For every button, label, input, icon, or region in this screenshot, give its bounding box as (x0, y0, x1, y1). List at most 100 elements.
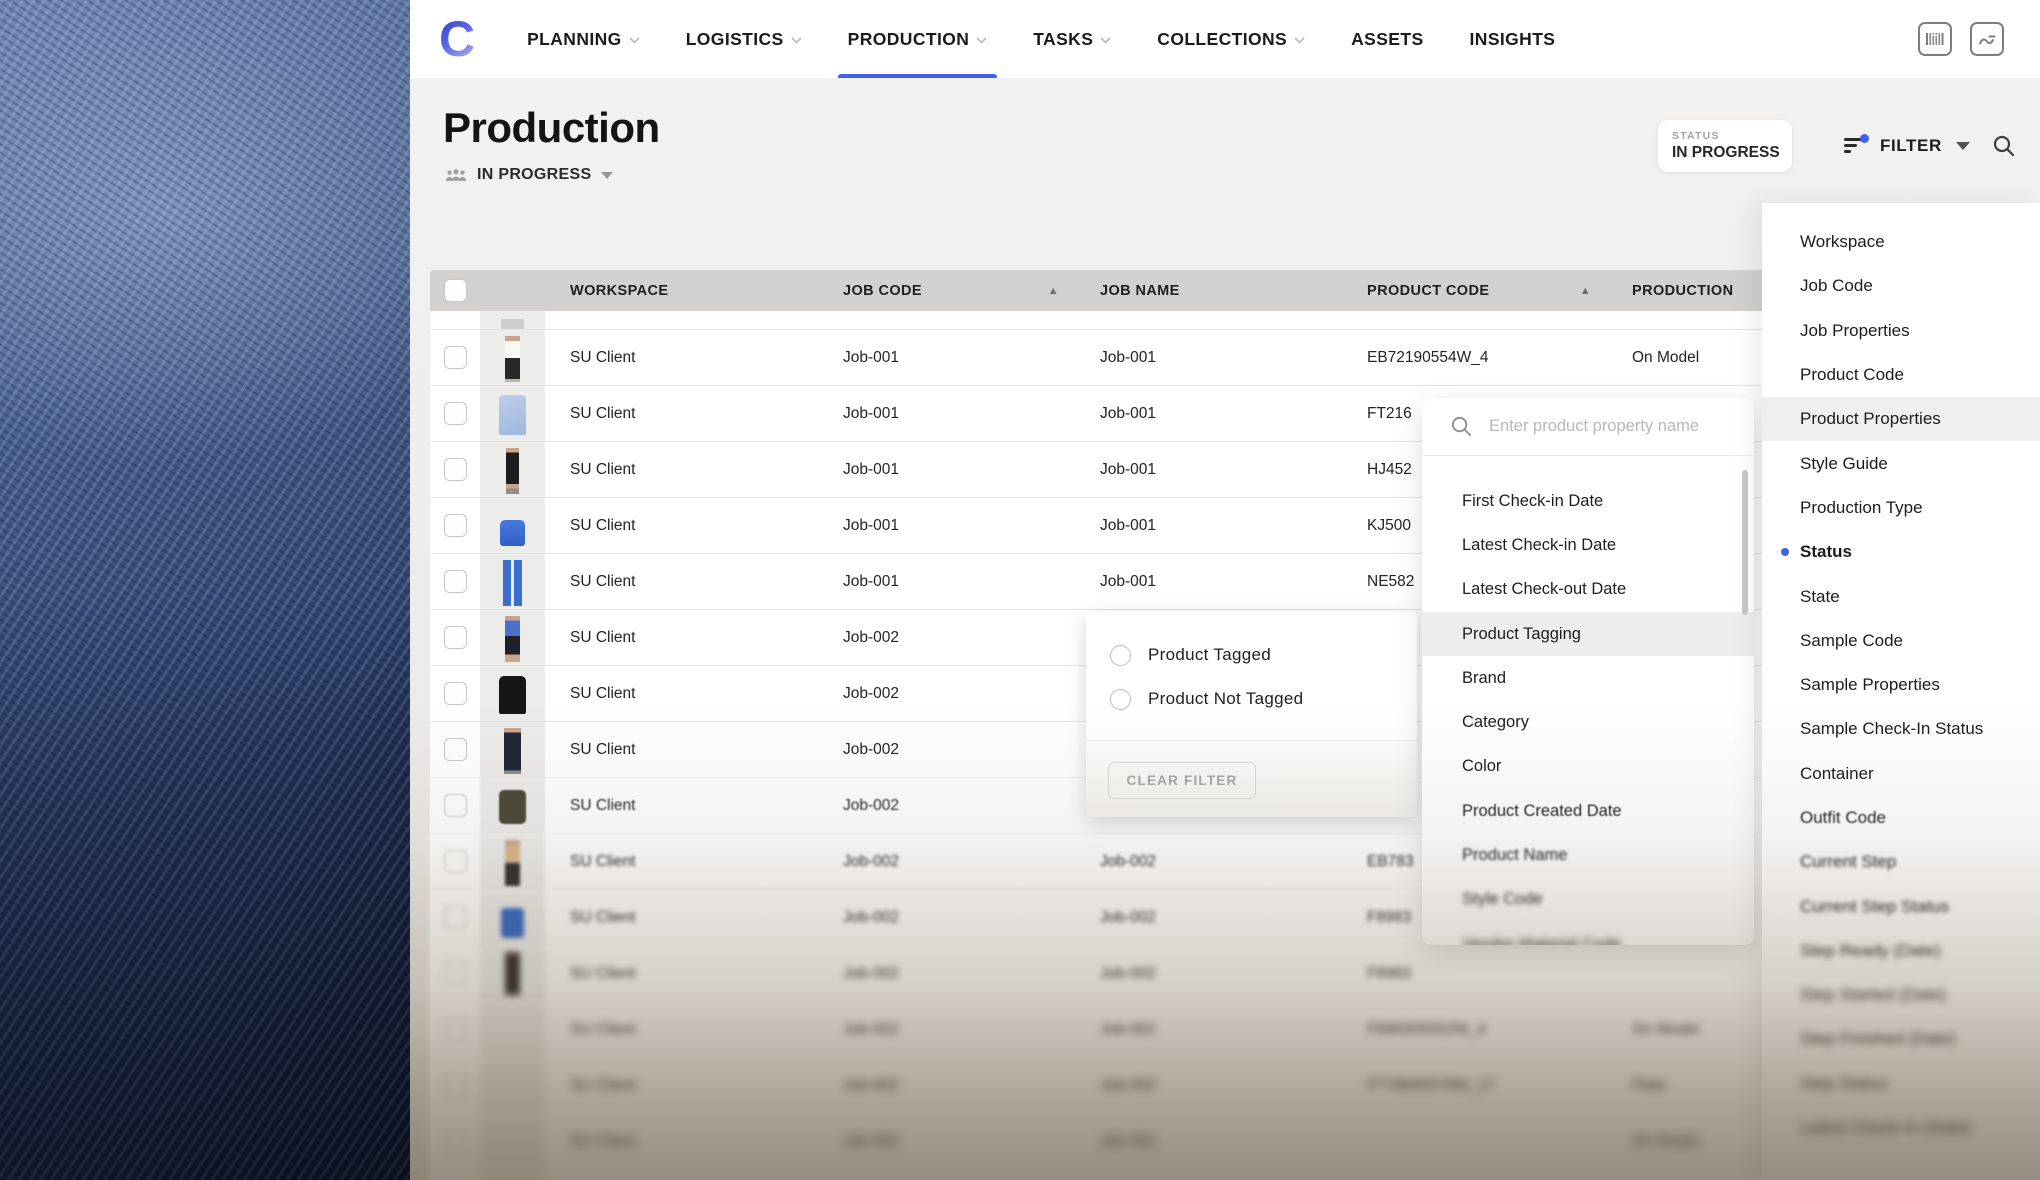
row-checkbox[interactable] (444, 794, 467, 817)
view-scope-selector[interactable]: IN PROGRESS (445, 166, 613, 184)
filter-panel-item-label: Production Type (1800, 498, 1923, 518)
product-image[interactable] (505, 952, 520, 998)
filter-panel-item[interactable]: Sample Properties (1762, 663, 2040, 707)
workspace-cell: SU Client (545, 1114, 818, 1169)
filter-panel-item[interactable]: Step Status (1762, 1062, 2040, 1106)
status-filter-chip[interactable]: STATUS IN PROGRESS (1658, 120, 1792, 172)
row-checkbox-cell (430, 946, 480, 1001)
property-list-item[interactable]: Product Created Date (1422, 789, 1754, 833)
product-image[interactable] (505, 840, 520, 886)
column-header-job-code[interactable]: JOB CODE▲ (818, 283, 1075, 299)
nav-item[interactable]: COLLECTIONS (1157, 0, 1305, 78)
filter-panel-item[interactable]: Style Guide (1762, 441, 2040, 485)
filter-panel-item-label: State (1800, 587, 1840, 607)
row-checkbox[interactable] (444, 626, 467, 649)
property-list-item-label: Product Created Date (1462, 802, 1622, 821)
property-list-item[interactable]: Color (1422, 745, 1754, 789)
product-image[interactable] (503, 560, 522, 606)
product-image[interactable] (504, 728, 521, 774)
product-image[interactable] (505, 1008, 520, 1054)
column-header-job-name[interactable]: JOB NAME (1075, 283, 1342, 299)
filter-panel-item[interactable]: Status (1762, 530, 2040, 574)
property-list-item[interactable]: Brand (1422, 656, 1754, 700)
row-checkbox[interactable] (444, 962, 467, 985)
job-name-cell: Job-001 (1075, 386, 1342, 441)
filter-panel-item[interactable]: Step Ready (Date) (1762, 929, 2040, 973)
product-image-cell (480, 834, 545, 889)
row-checkbox[interactable] (444, 458, 467, 481)
product-image[interactable] (505, 1120, 520, 1166)
nav-item[interactable]: PLANNING (527, 0, 640, 78)
nav-item[interactable]: TASKS (1033, 0, 1111, 78)
product-image[interactable] (499, 395, 526, 435)
filter-button[interactable]: FILTER (1844, 136, 1970, 156)
radio-option[interactable]: Product Not Tagged (1086, 677, 1417, 721)
product-image[interactable] (505, 1176, 520, 1180)
property-list-item[interactable]: First Check-in Date (1422, 479, 1754, 523)
product-image[interactable] (505, 1064, 520, 1110)
filter-panel-item[interactable]: Step Finished (Date) (1762, 1017, 2040, 1061)
radio-button-icon[interactable] (1110, 645, 1131, 666)
product-image[interactable] (500, 520, 525, 546)
nav-item[interactable]: ASSETS (1351, 0, 1423, 78)
property-search-input[interactable] (1487, 416, 1741, 437)
product-image[interactable] (505, 616, 520, 662)
product-image[interactable] (506, 448, 519, 494)
filter-panel-item-label: Sample Check-In Status (1800, 719, 1983, 739)
property-list-item[interactable]: Product Tagging (1422, 612, 1754, 656)
caret-down-icon (601, 172, 613, 179)
filter-panel-item[interactable]: Job Code (1762, 264, 2040, 308)
search-icon[interactable] (1992, 134, 2016, 158)
product-image[interactable] (499, 790, 526, 824)
product-image[interactable] (499, 676, 526, 714)
filter-panel-item[interactable]: Latest Check-In (Date) (1762, 1106, 2040, 1150)
row-checkbox[interactable] (444, 402, 467, 425)
filter-panel-item[interactable]: Step Started (Date) (1762, 973, 2040, 1017)
hanger-icon[interactable] (1970, 22, 2004, 56)
filter-panel-item[interactable]: Sample Check-In Status (1762, 707, 2040, 751)
property-list-item[interactable]: Vendor Material Code (1422, 922, 1754, 945)
column-header-workspace[interactable]: WORKSPACE (545, 283, 818, 299)
property-list-item[interactable]: Style Code (1422, 878, 1754, 922)
filter-panel-item[interactable]: Product Properties (1762, 397, 2040, 441)
row-checkbox[interactable] (444, 1130, 467, 1153)
row-checkbox[interactable] (444, 682, 467, 705)
product-image[interactable] (501, 908, 524, 938)
app-logo[interactable]: C (435, 0, 477, 78)
property-list-item[interactable]: Category (1422, 700, 1754, 744)
filter-panel-item[interactable]: Current Step Status (1762, 884, 2040, 928)
filter-panel-item[interactable]: Job Properties (1762, 309, 2040, 353)
row-checkbox[interactable] (444, 514, 467, 537)
filter-panel-item[interactable]: Current Step (1762, 840, 2040, 884)
filter-panel-item[interactable]: Product Code (1762, 353, 2040, 397)
row-checkbox[interactable] (444, 346, 467, 369)
filter-panel-item-label: Latest Check-In (Date) (1800, 1118, 1971, 1138)
product-image[interactable] (505, 336, 520, 382)
row-checkbox-cell (430, 778, 480, 833)
filter-panel-item[interactable]: State (1762, 574, 2040, 618)
property-list-item[interactable]: Latest Check-in Date (1422, 523, 1754, 567)
filter-panel-item[interactable]: Container (1762, 752, 2040, 796)
filter-panel-item[interactable]: Sample Code (1762, 619, 2040, 663)
filter-panel-item[interactable]: Workspace (1762, 220, 2040, 264)
row-checkbox[interactable] (444, 1074, 467, 1097)
row-checkbox[interactable] (444, 850, 467, 873)
filter-panel-item[interactable]: Production Type (1762, 486, 2040, 530)
property-list-item[interactable]: Product Name (1422, 833, 1754, 877)
row-checkbox[interactable] (444, 906, 467, 929)
radio-button-icon[interactable] (1110, 689, 1131, 710)
nav-item[interactable]: INSIGHTS (1470, 0, 1556, 78)
row-checkbox[interactable] (444, 1018, 467, 1041)
filter-panel-item[interactable]: Outfit Code (1762, 796, 2040, 840)
nav-item[interactable]: LOGISTICS (686, 0, 802, 78)
row-checkbox[interactable] (444, 570, 467, 593)
radio-option[interactable]: Product Tagged (1086, 633, 1417, 677)
select-all-checkbox[interactable] (444, 279, 467, 302)
column-header-product-code[interactable]: PRODUCT CODE▲ (1342, 283, 1607, 299)
row-checkbox[interactable] (444, 738, 467, 761)
dropdown-scrollbar[interactable] (1742, 470, 1748, 615)
clear-filter-button[interactable]: CLEAR FILTER (1108, 762, 1256, 799)
nav-item[interactable]: PRODUCTION (848, 0, 988, 78)
barcode-icon[interactable] (1918, 22, 1952, 56)
property-list-item[interactable]: Latest Check-out Date (1422, 568, 1754, 612)
